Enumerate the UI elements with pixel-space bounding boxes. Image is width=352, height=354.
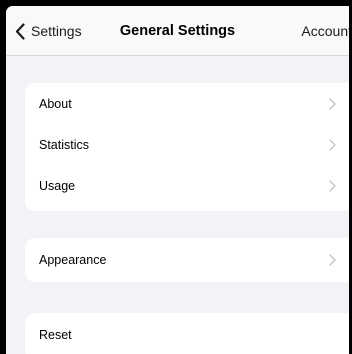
list-item-label: Statistics [39,137,90,152]
settings-group-reset: Reset [25,313,349,354]
chevron-left-icon [15,22,25,40]
list-item-reset[interactable]: Reset [25,313,349,354]
settings-group-main: About Statistics Usage [25,83,349,211]
chevron-right-icon [329,254,336,266]
chevron-right-icon [329,179,336,192]
list-item-label: Appearance [39,253,107,267]
settings-screen: Settings General Settings Account About … [6,6,349,354]
back-button[interactable]: Settings [15,21,82,41]
list-item-appearance[interactable]: Appearance [25,238,349,282]
chevron-right-icon [329,138,336,151]
settings-group-appearance: Appearance [25,238,349,282]
list-item-usage[interactable]: Usage [25,165,349,206]
list-item-label: Usage [39,178,76,193]
list-item-about[interactable]: About [25,83,349,124]
account-button[interactable]: Account [301,21,349,41]
list-item-label: About [39,96,72,111]
list-item-label: Reset [39,328,72,342]
back-button-label: Settings [31,23,82,39]
list-item-statistics[interactable]: Statistics [25,124,349,165]
chevron-right-icon [329,97,336,110]
navigation-bar: Settings General Settings Account [6,6,349,56]
